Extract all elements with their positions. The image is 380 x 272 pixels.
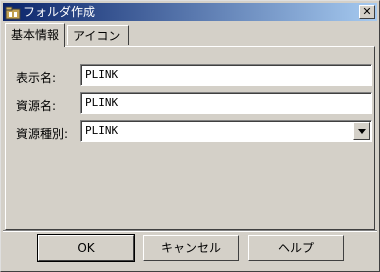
resource-type-label: 資源種別: xyxy=(16,127,69,141)
folder-app-icon xyxy=(5,6,21,20)
ok-button[interactable]: OK xyxy=(37,234,135,262)
resource-type-value: PLINK xyxy=(85,124,119,137)
help-button-label: ヘルプ xyxy=(277,241,314,255)
display-name-value: PLINK xyxy=(85,68,119,81)
tab-icon[interactable]: アイコン xyxy=(67,25,129,45)
chevron-down-icon[interactable] xyxy=(353,122,370,140)
window-title: フォルダ作成 xyxy=(23,5,96,19)
resource-name-input[interactable]: PLINK xyxy=(80,92,372,114)
basic-info-panel: 表示名: PLINK 資源名: PLINK 資源種別: PLINK xyxy=(5,46,375,230)
tab-basic-info-label: 基本情報 xyxy=(11,28,60,42)
resource-type-select[interactable]: PLINK xyxy=(80,120,372,142)
resource-name-label: 資源名: xyxy=(16,99,57,113)
close-icon: ✕ xyxy=(362,5,372,18)
display-name-input[interactable]: PLINK xyxy=(80,64,372,86)
display-name-label: 表示名: xyxy=(16,71,57,85)
ok-button-label: OK xyxy=(77,241,95,255)
tab-icon-label: アイコン xyxy=(73,29,121,43)
close-button[interactable]: ✕ xyxy=(359,5,375,19)
title-bar[interactable]: フォルダ作成 ✕ xyxy=(3,3,377,21)
folder-create-dialog: フォルダ作成 ✕ 基本情報 アイコン 表示名: PLINK 資源名: PLINK… xyxy=(0,0,380,272)
resource-name-value: PLINK xyxy=(85,96,119,109)
cancel-button[interactable]: キャンセル xyxy=(143,235,239,261)
help-button[interactable]: ヘルプ xyxy=(248,235,344,261)
button-separator-highlight xyxy=(3,231,377,232)
cancel-button-label: キャンセル xyxy=(160,241,221,255)
tab-basic-info[interactable]: 基本情報 xyxy=(5,23,65,47)
